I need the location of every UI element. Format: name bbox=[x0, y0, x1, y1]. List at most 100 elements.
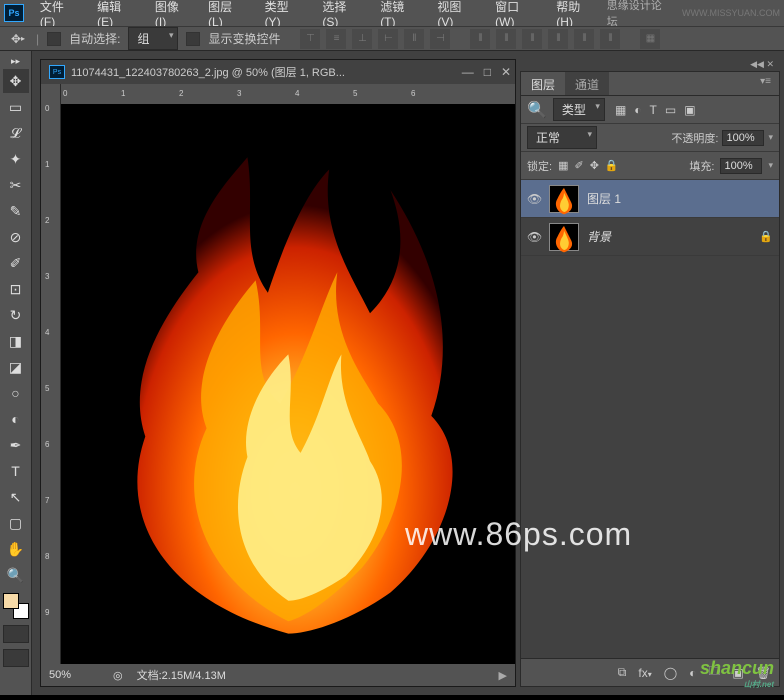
lock-pixels-icon[interactable]: ✐ bbox=[574, 159, 583, 172]
hand-tool[interactable]: ✋ bbox=[3, 537, 29, 561]
color-swatches[interactable] bbox=[3, 593, 29, 619]
brand-text: 思缘设计论坛 bbox=[607, 0, 672, 29]
foreground-swatch[interactable] bbox=[3, 593, 19, 609]
auto-select-label: 自动选择: bbox=[69, 30, 120, 47]
layer-mask-icon[interactable]: ◯ bbox=[664, 666, 677, 680]
lock-transparent-icon[interactable]: ▦ bbox=[558, 159, 568, 172]
dist-vcenter-icon[interactable]: ⫴ bbox=[496, 29, 516, 49]
document-tab[interactable]: Ps 11074431_122403780263_2.jpg @ 50% (图层… bbox=[41, 60, 515, 84]
healing-brush-tool[interactable]: ⊘ bbox=[3, 225, 29, 249]
history-brush-tool[interactable]: ↻ bbox=[3, 303, 29, 327]
marquee-tool[interactable]: ▭ bbox=[3, 95, 29, 119]
minimize-icon[interactable]: — bbox=[462, 65, 474, 79]
close-icon[interactable]: ✕ bbox=[501, 65, 511, 79]
expand-toolbox-icon[interactable]: ▸▸ bbox=[3, 55, 29, 67]
lock-position-icon[interactable]: ✥ bbox=[590, 159, 599, 172]
crop-tool[interactable]: ✂ bbox=[3, 173, 29, 197]
opacity-arrow-icon[interactable]: ▾ bbox=[768, 132, 773, 143]
eyedropper-tool[interactable]: ✎ bbox=[3, 199, 29, 223]
adjustment-layer-icon[interactable]: ◐ bbox=[689, 666, 696, 680]
filter-pixel-icon[interactable]: ▦ bbox=[615, 103, 626, 117]
layer-row[interactable]: 👁 图层 1 bbox=[521, 180, 779, 218]
show-transform-checkbox[interactable] bbox=[186, 32, 200, 46]
dist-left-icon[interactable]: ⫴ bbox=[548, 29, 568, 49]
filter-search-icon[interactable]: 🔍 bbox=[527, 100, 547, 120]
fill-input[interactable]: 100% bbox=[720, 158, 762, 174]
align-left-icon[interactable]: ⊢ bbox=[378, 29, 398, 49]
zoom-level[interactable]: 50% bbox=[49, 669, 99, 681]
vertical-ruler: 0123456789 bbox=[41, 84, 61, 664]
tab-layers[interactable]: 图层 bbox=[521, 72, 565, 95]
auto-align-icon[interactable]: ▦ bbox=[640, 29, 660, 49]
status-arrow-icon[interactable]: ▶ bbox=[499, 669, 507, 682]
fill-arrow-icon[interactable]: ▾ bbox=[768, 160, 773, 171]
auto-select-checkbox[interactable] bbox=[47, 32, 61, 46]
canvas[interactable] bbox=[61, 104, 515, 664]
collapse-panels-icon[interactable]: ◀◀ ✕ bbox=[520, 59, 780, 71]
dist-hcenter-icon[interactable]: ⫴ bbox=[574, 29, 594, 49]
document-window: Ps 11074431_122403780263_2.jpg @ 50% (图层… bbox=[40, 59, 516, 687]
dist-bottom-icon[interactable]: ⫴ bbox=[522, 29, 542, 49]
panel-menu-icon[interactable]: ▾≡ bbox=[752, 72, 779, 95]
zoom-tool[interactable]: 🔍 bbox=[3, 563, 29, 587]
align-top-icon[interactable]: ⊤ bbox=[300, 29, 320, 49]
align-hcenter-icon[interactable]: ‖ bbox=[404, 29, 424, 49]
move-tool-icon[interactable]: ✥▸ bbox=[8, 29, 28, 49]
toolbox: ▸▸ ✥ ▭ 𝓛 ✦ ✂ ✎ ⊘ ✐ ⊡ ↻ ◨ ◪ ○ ◐ ✒ T ↖ ▢ ✋… bbox=[0, 51, 32, 695]
flame-image bbox=[84, 149, 493, 642]
blur-tool[interactable]: ○ bbox=[3, 381, 29, 405]
screenmode-button[interactable] bbox=[3, 649, 29, 667]
pen-tool[interactable]: ✒ bbox=[3, 433, 29, 457]
horizontal-ruler: 0123456 bbox=[61, 84, 515, 104]
gradient-tool[interactable]: ◪ bbox=[3, 355, 29, 379]
type-tool[interactable]: T bbox=[3, 459, 29, 483]
dodge-tool[interactable]: ◐ bbox=[3, 407, 29, 431]
eraser-tool[interactable]: ◨ bbox=[3, 329, 29, 353]
lasso-tool[interactable]: 𝓛 bbox=[3, 121, 29, 145]
link-layers-icon[interactable]: ⧉ bbox=[618, 665, 627, 680]
auto-select-dropdown[interactable]: 组 bbox=[128, 27, 178, 50]
layer-row[interactable]: 👁 背景 🔒 bbox=[521, 218, 779, 256]
layer-name[interactable]: 背景 bbox=[587, 228, 611, 245]
lock-icon: 🔒 bbox=[759, 230, 773, 243]
tab-ps-icon: Ps bbox=[49, 65, 65, 79]
ps-logo: Ps bbox=[4, 4, 24, 22]
align-bottom-icon[interactable]: ⊥ bbox=[352, 29, 372, 49]
lock-label: 锁定: bbox=[527, 158, 552, 174]
layer-thumbnail[interactable] bbox=[549, 185, 579, 213]
filter-type-icon[interactable]: T bbox=[650, 103, 657, 117]
blend-mode-dropdown[interactable]: 正常 bbox=[527, 126, 597, 149]
opacity-input[interactable]: 100% bbox=[722, 130, 764, 146]
show-transform-label: 显示变换控件 bbox=[208, 30, 280, 47]
filter-type-dropdown[interactable]: 类型 bbox=[553, 98, 605, 121]
status-icon[interactable]: ◎ bbox=[113, 669, 123, 682]
visibility-icon[interactable]: 👁 bbox=[527, 230, 541, 244]
status-bar: 50% ◎ 文档:2.15M/4.13M ▶ bbox=[41, 664, 515, 686]
fill-label: 填充: bbox=[689, 158, 714, 174]
move-tool[interactable]: ✥ bbox=[3, 69, 29, 93]
filter-adjust-icon[interactable]: ◐ bbox=[634, 103, 641, 117]
maximize-icon[interactable]: □ bbox=[484, 65, 491, 79]
align-vcenter-icon[interactable]: ≡ bbox=[326, 29, 346, 49]
brush-tool[interactable]: ✐ bbox=[3, 251, 29, 275]
align-right-icon[interactable]: ⊣ bbox=[430, 29, 450, 49]
layer-name[interactable]: 图层 1 bbox=[587, 190, 621, 207]
doc-size-label: 文档: bbox=[137, 670, 162, 682]
layer-effects-icon[interactable]: fx▾ bbox=[638, 666, 651, 680]
clone-stamp-tool[interactable]: ⊡ bbox=[3, 277, 29, 301]
magic-wand-tool[interactable]: ✦ bbox=[3, 147, 29, 171]
opacity-label: 不透明度: bbox=[671, 130, 718, 146]
dist-top-icon[interactable]: ⫴ bbox=[470, 29, 490, 49]
quickmask-button[interactable] bbox=[3, 625, 29, 643]
tab-channels[interactable]: 通道 bbox=[565, 72, 609, 95]
rectangle-tool[interactable]: ▢ bbox=[3, 511, 29, 535]
layer-thumbnail[interactable] bbox=[549, 223, 579, 251]
document-title: 11074431_122403780263_2.jpg @ 50% (图层 1,… bbox=[71, 64, 345, 80]
lock-all-icon[interactable]: 🔒 bbox=[605, 159, 619, 172]
dist-right-icon[interactable]: ⫴ bbox=[600, 29, 620, 49]
filter-shape-icon[interactable]: ▭ bbox=[665, 103, 676, 117]
filter-smart-icon[interactable]: ▣ bbox=[684, 103, 695, 117]
visibility-icon[interactable]: 👁 bbox=[527, 192, 541, 206]
layers-panel: 图层 通道 ▾≡ 🔍 类型 ▦ ◐ T ▭ ▣ 正常 bbox=[520, 71, 780, 687]
path-select-tool[interactable]: ↖ bbox=[3, 485, 29, 509]
